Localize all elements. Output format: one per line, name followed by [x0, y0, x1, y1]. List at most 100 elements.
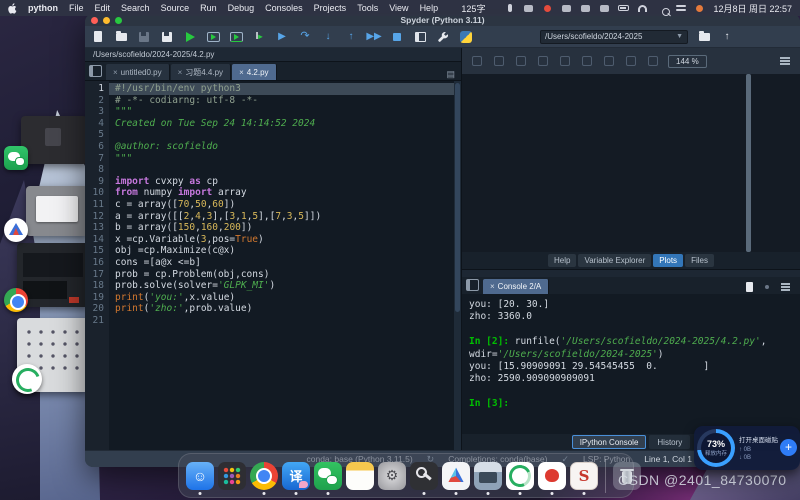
- minimized-wechat-window[interactable]: [21, 116, 87, 164]
- menu-item-search[interactable]: Search: [121, 3, 150, 13]
- menu-item-python[interactable]: python: [28, 3, 58, 13]
- code-line[interactable]: print('zho:',prob.value): [115, 303, 461, 315]
- green-ring-badge-icon[interactable]: [12, 364, 42, 394]
- menu-item-debug[interactable]: Debug: [228, 3, 255, 13]
- run-cell-advance-icon[interactable]: [229, 30, 243, 44]
- minimized-dialog-window[interactable]: [26, 186, 88, 236]
- browse-directory-icon[interactable]: [697, 30, 711, 44]
- save-all-icon[interactable]: [160, 30, 174, 44]
- bottom-tab-ipython-console[interactable]: IPython Console: [572, 435, 647, 449]
- previous-plot-icon[interactable]: [582, 56, 592, 66]
- control-center-icon[interactable]: [675, 3, 686, 13]
- menu-item-source[interactable]: Source: [161, 3, 190, 13]
- code-line[interactable]: [115, 129, 461, 141]
- code-line[interactable]: # -*- codiarng: utf-8 -*-: [115, 95, 461, 107]
- code-line[interactable]: import cvxpy as cp: [115, 176, 461, 188]
- console-output[interactable]: you: [20. 30.]zho: 3360.0 In [2]: runfil…: [462, 294, 800, 434]
- mic-icon[interactable]: [504, 3, 515, 13]
- record-dot-icon[interactable]: [542, 3, 553, 13]
- code-line[interactable]: b = array([150,160,200]): [115, 222, 461, 234]
- code-line[interactable]: from numpy import array: [115, 187, 461, 199]
- dock-s-app[interactable]: S: [570, 457, 598, 495]
- close-tab-icon[interactable]: ×: [178, 68, 183, 77]
- step-out-icon[interactable]: ↑: [344, 30, 358, 44]
- shapes-icon[interactable]: [561, 3, 572, 13]
- battery-icon[interactable]: [618, 3, 629, 13]
- add-button[interactable]: +: [780, 439, 797, 456]
- input-source-icon[interactable]: [523, 3, 534, 13]
- dock-wechat[interactable]: [314, 457, 342, 495]
- menu-item-run[interactable]: Run: [200, 3, 217, 13]
- working-directory-combobox[interactable]: /Users/scofieldo/2024-2025 ▼: [540, 30, 688, 44]
- console-tab[interactable]: × Console 2/A: [483, 279, 549, 294]
- pane-tab-files[interactable]: Files: [685, 254, 714, 267]
- code-line[interactable]: c = array([70,50,60]): [115, 199, 461, 211]
- step-over-icon[interactable]: ↷: [298, 30, 312, 44]
- memory-gauge[interactable]: 73% 释放内存: [697, 429, 735, 467]
- save-all-plots-icon[interactable]: [494, 56, 504, 66]
- console-options-icon[interactable]: [781, 283, 790, 290]
- stop-icon[interactable]: [390, 30, 404, 44]
- pane-options-icon[interactable]: [89, 65, 102, 77]
- menu-item-projects[interactable]: Projects: [314, 3, 347, 13]
- pane-tab-plots[interactable]: Plots: [653, 254, 683, 267]
- editor-scrollbar[interactable]: [454, 81, 461, 450]
- menu-item-view[interactable]: View: [389, 3, 408, 13]
- parent-directory-icon[interactable]: ↑: [720, 30, 734, 44]
- menu-item-file[interactable]: File: [69, 3, 84, 13]
- pane-options-icon[interactable]: [466, 279, 479, 291]
- plots-splitter[interactable]: [746, 74, 751, 252]
- dock-chrome[interactable]: [250, 457, 278, 495]
- menu-item-edit[interactable]: Edit: [95, 3, 111, 13]
- debug-file-icon[interactable]: ▶: [275, 30, 289, 44]
- code-line[interactable]: a = array([[2,4,3],[3,1,5],[7,3,5]]): [115, 211, 461, 223]
- code-line[interactable]: [115, 164, 461, 176]
- code-line[interactable]: @author: scofieldo: [115, 141, 461, 153]
- menu-item-tools[interactable]: Tools: [357, 3, 378, 13]
- continue-icon[interactable]: ▶▶: [367, 30, 381, 44]
- code-line[interactable]: """: [115, 106, 461, 118]
- code-line[interactable]: """: [115, 153, 461, 165]
- code-line[interactable]: [115, 315, 461, 327]
- dock-keychain[interactable]: [410, 457, 438, 495]
- code-line[interactable]: cons =[a@x <=b]: [115, 257, 461, 269]
- dock-green-ring[interactable]: [506, 457, 534, 495]
- pane-tab-help[interactable]: Help: [548, 254, 576, 267]
- code-line[interactable]: prob = cp.Problem(obj,cons): [115, 269, 461, 281]
- run-selection-icon[interactable]: I: [252, 30, 266, 44]
- search-icon[interactable]: [656, 3, 667, 13]
- plots-options-icon[interactable]: [780, 57, 790, 65]
- pane-tab-variable-explorer[interactable]: Variable Explorer: [578, 254, 651, 267]
- remove-plot-icon[interactable]: [538, 56, 548, 66]
- logic-badge-icon[interactable]: [4, 218, 28, 242]
- code-editor[interactable]: 123456789101112131415161718192021 #!/usr…: [85, 81, 461, 450]
- close-icon[interactable]: ×: [490, 282, 495, 291]
- maximize-pane-icon[interactable]: [413, 30, 427, 44]
- dock-logic[interactable]: [442, 457, 470, 495]
- code-line[interactable]: Created on Tue Sep 24 14:14:52 2024: [115, 118, 461, 130]
- copy-plot-icon[interactable]: [516, 56, 526, 66]
- menu-item-consoles[interactable]: Consoles: [265, 3, 303, 13]
- zoom-in-icon[interactable]: [626, 56, 636, 66]
- dock-screenshot[interactable]: [474, 457, 502, 495]
- wechat-badge-icon[interactable]: [4, 146, 28, 170]
- memory-widget[interactable]: 73% 释放内存 打开桌面磁贴 ↑ 0B ↓ 0B +: [694, 426, 800, 470]
- dock-notes[interactable]: [346, 457, 374, 495]
- new-file-icon[interactable]: [91, 30, 105, 44]
- apple-icon[interactable]: [8, 3, 18, 14]
- save-icon[interactable]: [137, 30, 151, 44]
- chevron-down-icon[interactable]: ▼: [676, 33, 683, 40]
- dock-finder[interactable]: ☺: [186, 457, 214, 495]
- code-content[interactable]: #!/usr/bin/env python3# -*- codiarng: ut…: [109, 81, 461, 450]
- dock-translate[interactable]: 译: [282, 457, 310, 495]
- code-line[interactable]: obj =cp.Maximize(c@x): [115, 245, 461, 257]
- close-tab-icon[interactable]: ×: [113, 68, 118, 77]
- inspect-icon[interactable]: [746, 282, 753, 292]
- zoom-out-icon[interactable]: [648, 56, 658, 66]
- browse-tabs-icon[interactable]: ▤: [446, 69, 455, 80]
- code-line[interactable]: #!/usr/bin/env python3: [109, 83, 461, 95]
- bottom-tab-history[interactable]: History: [649, 435, 690, 449]
- run-cell-icon[interactable]: [206, 30, 220, 44]
- editor-tab-4.2.py[interactable]: ×4.2.py: [232, 64, 276, 80]
- menu-item-help[interactable]: Help: [420, 3, 439, 13]
